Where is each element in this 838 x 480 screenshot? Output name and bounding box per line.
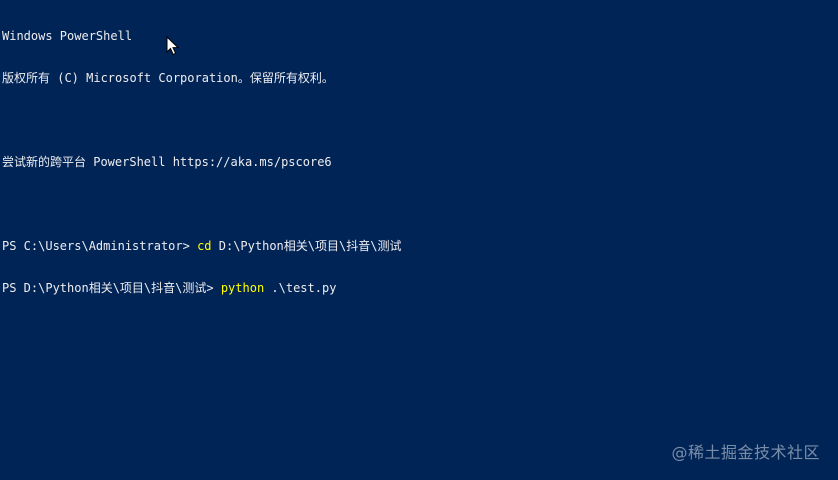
command-args: D:\Python相关\项目\抖音\测试 [211,239,402,253]
header-title: Windows PowerShell [2,29,133,43]
prompt-text: PS C:\Users\Administrator> [2,239,198,253]
command-keyword: python [220,281,265,295]
powershell-console[interactable]: Windows PowerShell 版权所有 (C) Microsoft Co… [2,1,838,480]
command-line-1: PS C:\Users\Administrator> cd D:\Python相… [2,239,838,253]
copyright-line: 版权所有 (C) Microsoft Corporation。保留所有权利。 [2,71,334,85]
arrow-cursor-icon [166,36,180,56]
command-line-2[interactable]: PS D:\Python相关\项目\抖音\测试> python .\test.p… [2,281,838,295]
command-args: .\test.py [264,281,337,295]
watermark-text: @稀土掘金技术社区 [671,443,820,462]
promo-line: 尝试新的跨平台 PowerShell https://aka.ms/pscore… [2,155,332,169]
command-keyword: cd [197,239,212,253]
prompt-text: PS D:\Python相关\项目\抖音\测试> [2,281,221,295]
